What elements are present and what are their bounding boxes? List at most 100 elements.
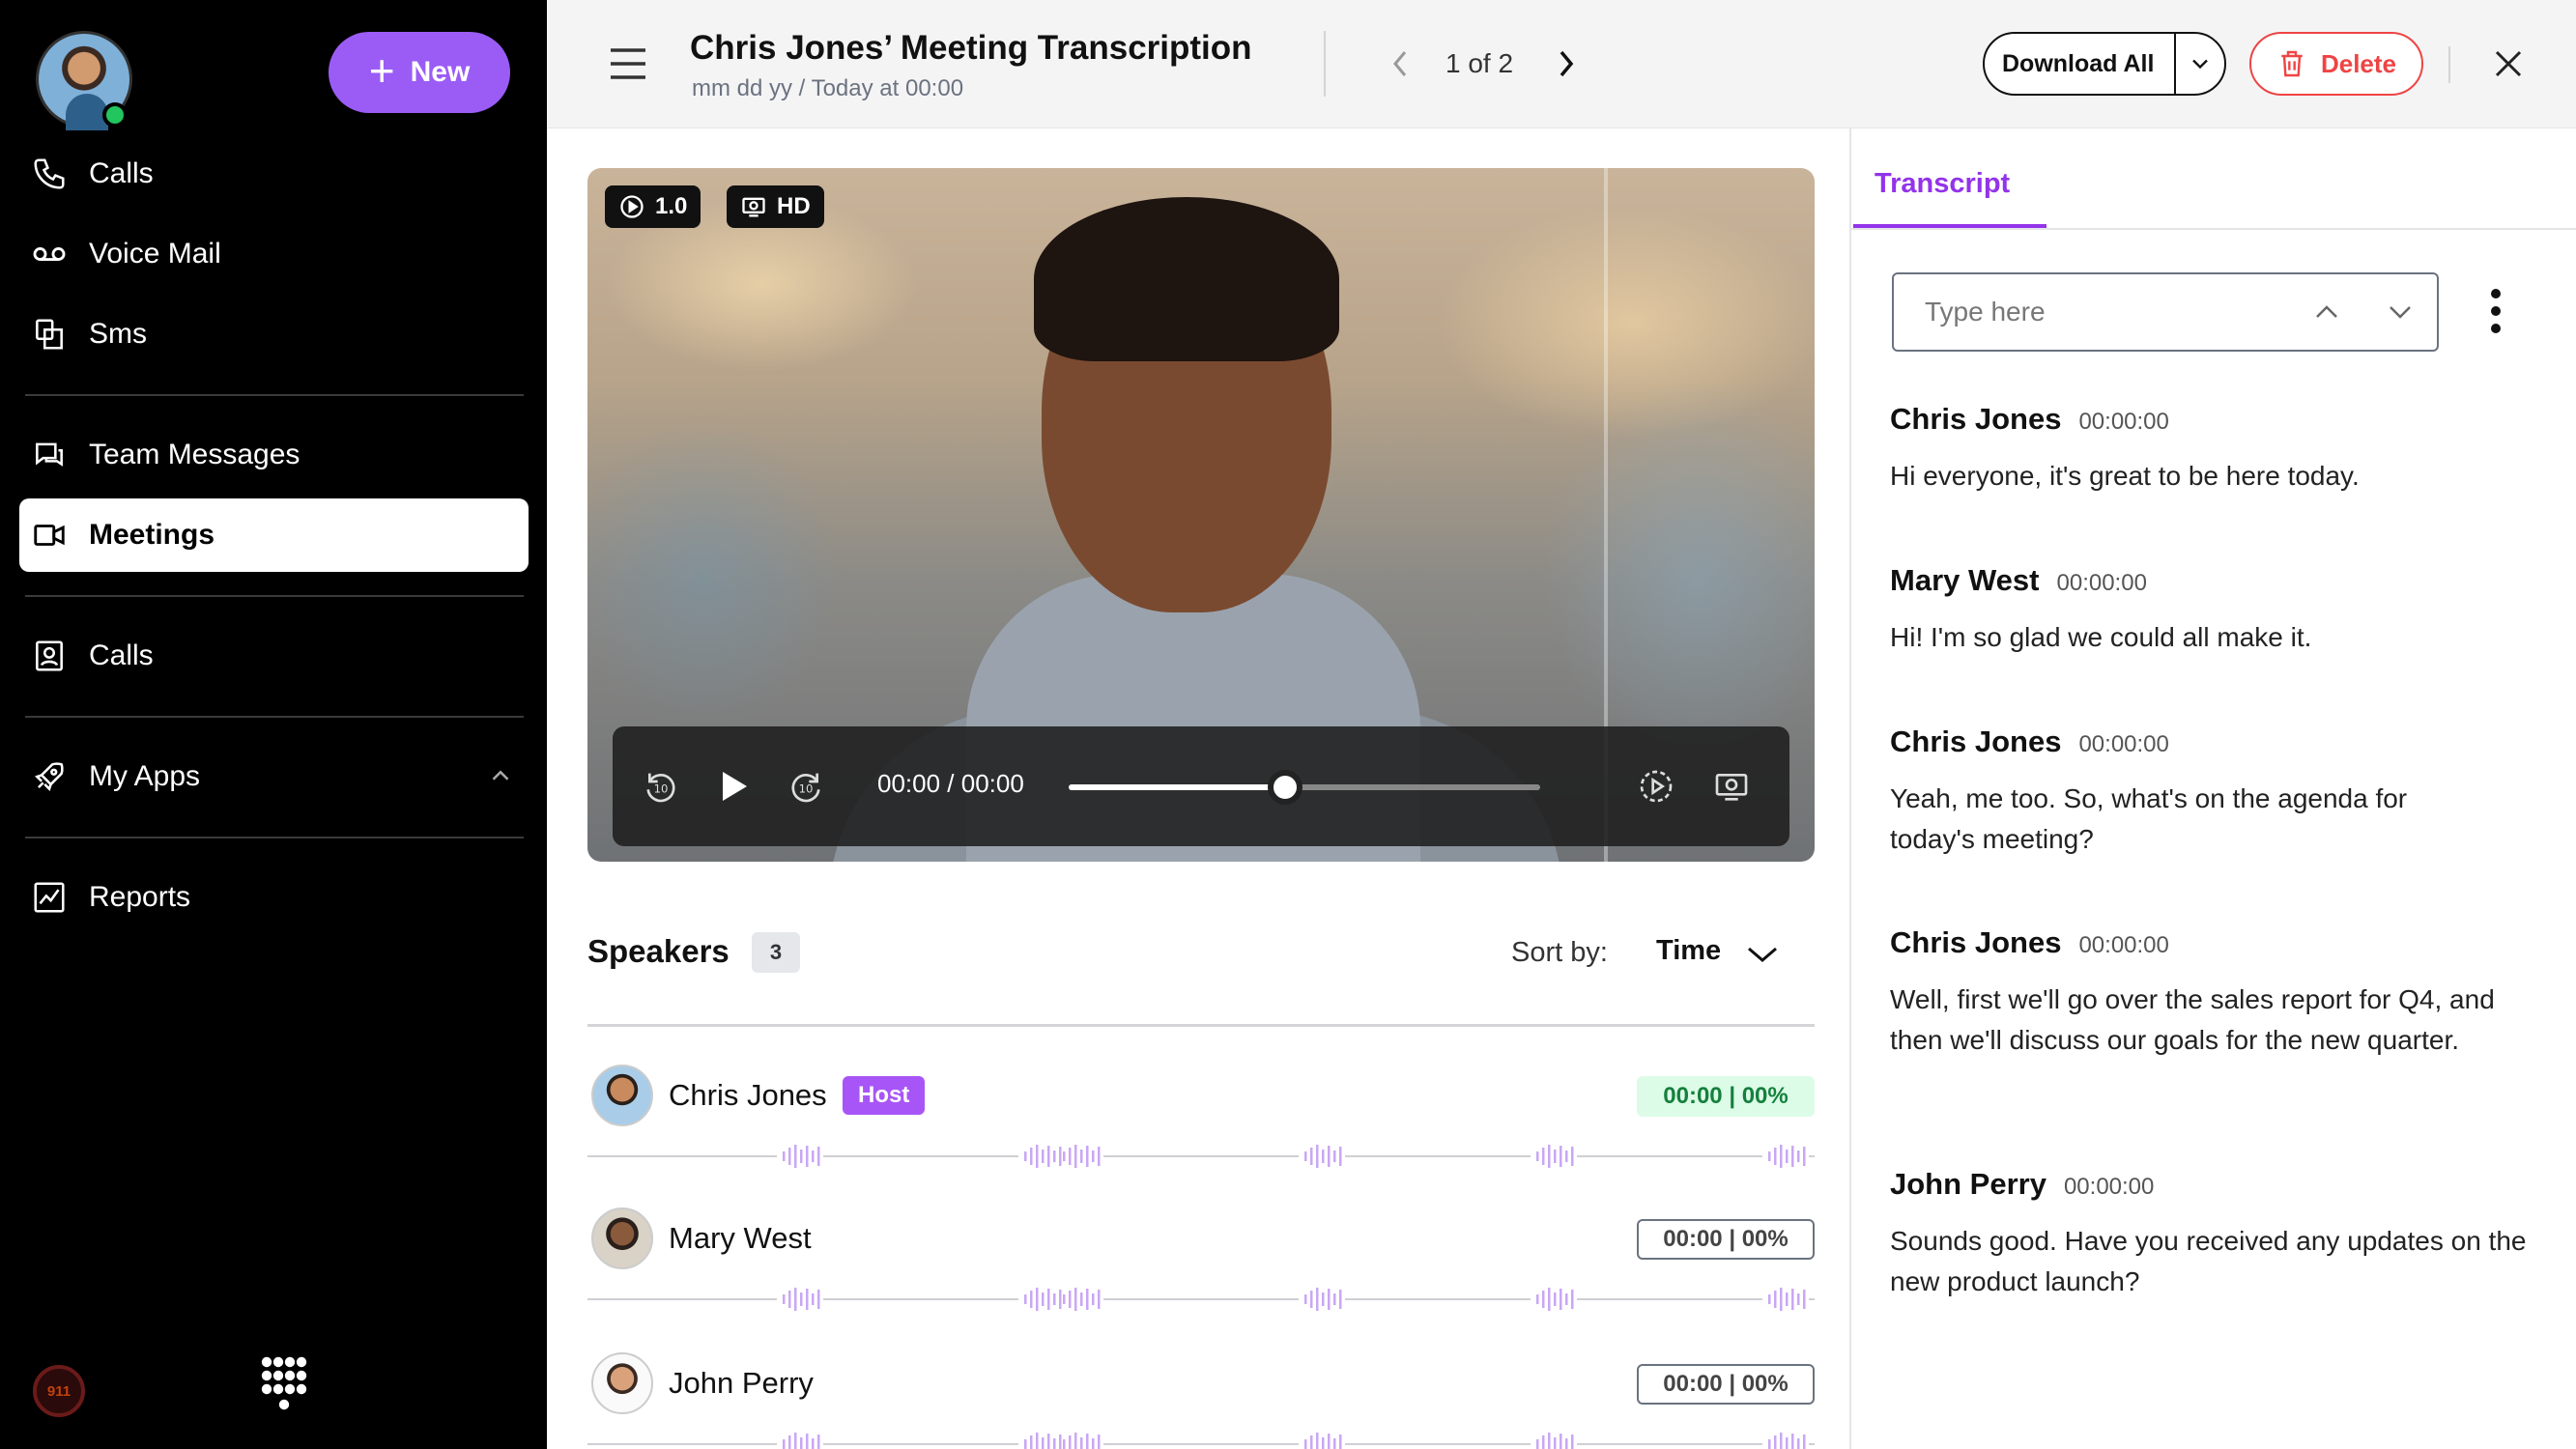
speaker-name: Mary West — [669, 1221, 812, 1255]
video-time: 00:00 / 00:00 — [877, 769, 1024, 798]
chevron-up-icon[interactable] — [2309, 298, 2344, 327]
emergency-label: 911 — [46, 1382, 72, 1400]
new-button-label: New — [410, 56, 471, 88]
hamburger-menu-icon[interactable] — [609, 46, 647, 81]
playback-speed-badge[interactable]: 1.0 — [605, 185, 701, 228]
transcript-search-input[interactable] — [1896, 276, 2302, 348]
transcript-entry: Chris Jones 00:00:00 Hi everyone, it's gr… — [1890, 402, 2547, 497]
nav-divider — [25, 394, 524, 396]
speaker-row[interactable]: Mary West 00:00 | 00% — [587, 1208, 1815, 1343]
video-icon — [34, 525, 65, 546]
speaker-timeline-waveform[interactable] — [587, 1142, 1815, 1171]
transcript-timestamp[interactable]: 00:00:00 — [2078, 932, 2168, 959]
sidebar-item-label: Reports — [89, 881, 191, 913]
chevron-down-icon[interactable] — [2383, 298, 2418, 327]
delete-label: Delete — [2320, 48, 2397, 78]
play-icon[interactable] — [713, 767, 752, 806]
quality-badge[interactable]: HD — [727, 185, 824, 228]
header-divider — [2448, 46, 2450, 83]
seek-bar[interactable] — [1069, 770, 1540, 805]
sort-label: Sort by: — [1511, 937, 1608, 968]
sidebar-item-my-apps[interactable]: My Apps — [19, 740, 529, 813]
svg-text:10: 10 — [654, 782, 669, 796]
speaker-row[interactable]: John Perry 00:00 | 00% — [587, 1352, 1815, 1449]
sidebar-item-team-messages[interactable]: Team Messages — [19, 418, 529, 492]
sidebar-item-calls-contacts[interactable]: Calls — [19, 619, 529, 693]
sidebar-item-calls[interactable]: Calls — [19, 137, 529, 211]
emergency-911-button[interactable]: 911 — [33, 1365, 85, 1417]
speakers-divider — [587, 1024, 1815, 1027]
speaker-row[interactable]: Chris Jones Host 00:00 | 00% — [587, 1065, 1815, 1200]
transcript-timestamp[interactable]: 00:00:00 — [2078, 731, 2168, 758]
transcript-timestamp[interactable]: 00:00:00 — [2064, 1174, 2154, 1201]
transcript-entry: Chris Jones 00:00:00 Well, first we'll go… — [1890, 925, 2547, 1061]
transcript-text: Hi everyone, it's great to be here today… — [1890, 461, 2360, 491]
transcript-entry: Mary West 00:00:00 Hi! I'm so glad we cou… — [1890, 563, 2547, 658]
transcript-text: Well, first we'll go over the sales repo… — [1890, 984, 2495, 1055]
sidebar-item-voicemail[interactable]: Voice Mail — [19, 217, 529, 291]
sidebar-item-label: Calls — [89, 157, 154, 189]
sort-dropdown[interactable]: Time — [1656, 935, 1721, 967]
transcript-speaker: Chris Jones — [1890, 402, 2062, 436]
speakers-title: Speakers — [587, 933, 730, 969]
plus-icon: + — [368, 45, 395, 96]
new-button[interactable]: + New — [329, 32, 510, 113]
transcript-speaker: John Perry — [1890, 1167, 2046, 1201]
speaker-avatar — [591, 1208, 653, 1269]
chevron-right-icon[interactable] — [1552, 46, 1581, 81]
sidebar-item-label: Calls — [89, 639, 154, 671]
speaker-avatar — [591, 1352, 653, 1414]
chevron-up-icon[interactable] — [486, 761, 515, 790]
video-player[interactable]: 1.0 HD 10 10 00:00 / 00:00 — [587, 168, 1815, 862]
chevron-down-icon — [2192, 59, 2208, 70]
playback-speed-value: 1.0 — [655, 193, 688, 219]
quality-settings-icon[interactable] — [1712, 767, 1751, 806]
tab-divider — [1851, 228, 2576, 230]
transcript-timestamp[interactable]: 00:00:00 — [2057, 570, 2147, 597]
transcript-search — [1892, 272, 2439, 352]
dialpad-icon[interactable] — [259, 1354, 309, 1416]
transcript-speaker: Chris Jones — [1890, 724, 2062, 758]
sidebar-item-sms[interactable]: Sms — [19, 298, 529, 371]
sidebar-item-meetings[interactable]: Meetings — [19, 498, 529, 572]
seek-progress — [1069, 784, 1286, 790]
transcript-entry: John Perry 00:00:00 Sounds good. Have you… — [1890, 1167, 2547, 1302]
delete-button[interactable]: Delete — [2249, 32, 2423, 96]
download-all-label: Download All — [2002, 49, 2155, 77]
transcript-text: Hi! I'm so glad we could all make it. — [1890, 622, 2312, 652]
sidebar-item-label: Team Messages — [89, 439, 301, 470]
chevron-left-icon[interactable] — [1386, 46, 1415, 81]
chevron-down-icon[interactable] — [1745, 941, 1780, 968]
speaker-stat: 00:00 | 00% — [1637, 1076, 1815, 1117]
rewind-10-icon[interactable]: 10 — [642, 767, 680, 806]
rocket-icon — [34, 762, 64, 792]
voicemail-icon — [33, 247, 66, 261]
speaker-timeline-waveform[interactable] — [587, 1285, 1815, 1314]
speaker-name: Chris Jones — [669, 1078, 827, 1112]
speaker-stat: 00:00 | 00% — [1637, 1219, 1815, 1260]
pager-indicator: 1 of 2 — [1445, 48, 1514, 78]
sidebar-item-label: Sms — [89, 318, 147, 350]
contact-card-icon — [36, 640, 63, 671]
tab-transcript[interactable]: Transcript — [1875, 168, 2010, 200]
seek-handle[interactable] — [1268, 770, 1303, 805]
speed-control-icon[interactable] — [1637, 767, 1675, 806]
transcript-timestamp[interactable]: 00:00:00 — [2078, 409, 2168, 436]
more-options-icon[interactable] — [2481, 286, 2510, 336]
transcript-speaker: Chris Jones — [1890, 925, 2062, 959]
download-all-button[interactable]: Download All — [1983, 32, 2226, 96]
sidebar: + New Calls Voice Mail Sms Team Messages… — [0, 0, 547, 1449]
quality-value: HD — [777, 193, 811, 219]
sms-icon — [36, 319, 63, 350]
sidebar-item-reports[interactable]: Reports — [19, 861, 529, 934]
panel-divider — [1849, 128, 1851, 1449]
host-badge: Host — [843, 1076, 926, 1115]
speakers-count-badge: 3 — [752, 932, 800, 973]
header-divider — [1324, 31, 1326, 97]
transcript-entry: Chris Jones 00:00:00 Yeah, me too. So, wh… — [1890, 724, 2547, 860]
speaker-timeline-waveform[interactable] — [587, 1430, 1815, 1449]
forward-10-icon[interactable]: 10 — [787, 767, 825, 806]
transcript-speaker: Mary West — [1890, 563, 2040, 597]
download-options-dropdown[interactable] — [2176, 50, 2224, 77]
close-icon[interactable] — [2491, 46, 2526, 81]
